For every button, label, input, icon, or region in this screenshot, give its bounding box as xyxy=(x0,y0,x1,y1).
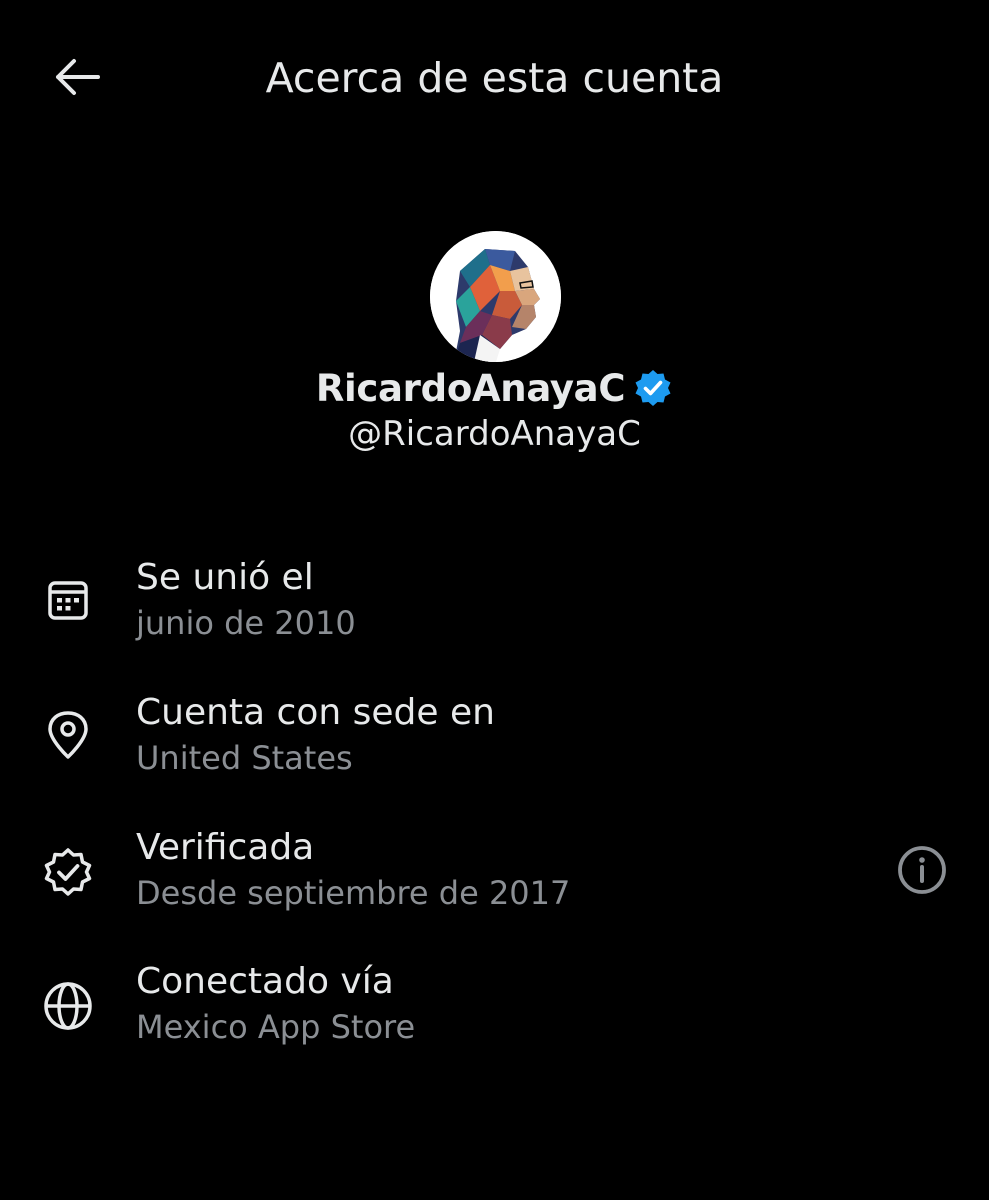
connected-label: Conectado vía xyxy=(136,961,394,1002)
joined-label: Se unió el xyxy=(136,557,314,598)
profile-portrait-image xyxy=(430,231,561,362)
globe-icon xyxy=(40,978,96,1034)
verified-label: Verificada xyxy=(136,827,315,868)
joined-value: junio de 2010 xyxy=(136,604,356,642)
verified-check-icon xyxy=(40,844,96,900)
verified-info-button[interactable] xyxy=(893,841,951,899)
info-row-location: Cuenta con sede en United States xyxy=(0,689,989,789)
info-row-connected: Conectado vía Mexico App Store xyxy=(0,958,989,1058)
location-label: Cuenta con sede en xyxy=(136,692,495,733)
verified-value: Desde septiembre de 2017 xyxy=(136,874,571,912)
calendar-icon xyxy=(40,572,96,628)
verified-badge-icon xyxy=(633,368,673,408)
page-title: Acerca de esta cuenta xyxy=(265,54,724,102)
display-name: RicardoAnayaC xyxy=(315,366,626,410)
location-value: United States xyxy=(136,739,353,777)
location-pin-icon xyxy=(40,707,96,763)
username-handle: @RicardoAnayaC xyxy=(348,414,641,454)
info-row-joined: Se unió el junio de 2010 xyxy=(0,554,989,654)
avatar[interactable] xyxy=(430,231,561,362)
top-bar: Acerca de esta cuenta xyxy=(0,0,989,155)
info-icon xyxy=(898,846,946,894)
connected-value: Mexico App Store xyxy=(136,1008,416,1046)
display-name-row: RicardoAnayaC xyxy=(0,360,989,416)
info-row-verified: Verificada Desde septiembre de 2017 xyxy=(0,824,989,924)
